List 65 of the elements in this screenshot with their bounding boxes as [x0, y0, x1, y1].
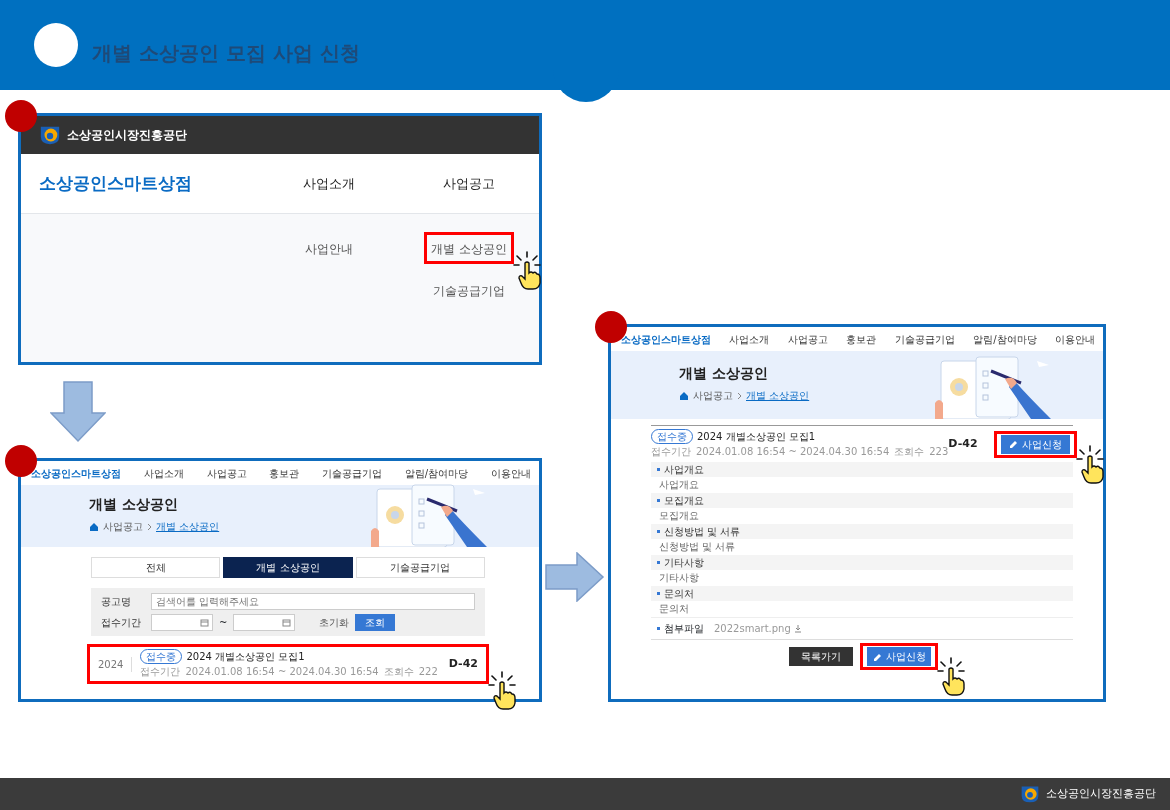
section-text: 기타사항 [658, 571, 700, 585]
nav-link[interactable]: 사업소개 [729, 331, 770, 347]
period-text: 2024.01.08 16:54 ~ 2024.04.30 16:54 [696, 445, 890, 459]
field-label: 공고명 [101, 595, 132, 609]
d-day-label: D-42 [448, 655, 478, 672]
breadcrumb-link[interactable]: 개별 소상공인 [156, 519, 220, 534]
breadcrumb-link[interactable]: 사업공고 [693, 388, 733, 403]
section-text: 모집개요 [658, 509, 700, 523]
period-text: 2024.01.08 16:54 ~ 2024.04.30 16:54 [185, 665, 379, 679]
tab[interactable]: 개별 소상공인 [223, 557, 353, 578]
nav-link[interactable]: 사업공고 [787, 331, 828, 347]
submenu-item[interactable]: 기술공급기업 [433, 284, 505, 298]
meta-label: 조회수 [894, 445, 925, 459]
submenu-item[interactable]: 개별 소상공인 [431, 242, 507, 256]
nav-link[interactable]: 홍보관 [846, 331, 877, 347]
field-label: 접수기간 [101, 616, 142, 630]
section-text: 사업개요 [658, 478, 700, 492]
apply-button[interactable]: 사업신청 [867, 647, 931, 666]
site-logo[interactable]: 소상공인스마트상점 [31, 465, 121, 481]
attachment-label: 첨부파일 [664, 622, 704, 636]
nav-link[interactable]: 홍보관 [269, 465, 300, 481]
nav-link[interactable]: 이용안내 [1055, 331, 1095, 347]
section-heading: 기타사항 [664, 556, 704, 570]
notice-title[interactable]: 2024 개별소상공인 모집1 [186, 649, 305, 664]
nav-link[interactable]: 사업공고 [206, 465, 247, 481]
site-logo[interactable]: 소상공인스마트상점 [621, 331, 711, 347]
search-field[interactable]: 검색어를 입력해주세요 [151, 593, 475, 610]
org-name: 소상공인시장진흥공단 [1046, 785, 1156, 802]
nav-link[interactable]: 기술공급기업 [322, 465, 383, 481]
breadcrumb-link[interactable]: 개별 소상공인 [746, 388, 810, 403]
search-button[interactable]: 조회 [355, 614, 396, 631]
section-heading: 사업개요 [664, 463, 704, 477]
year-label: 2024 [98, 656, 133, 672]
slide-title: 개별 소상공인 모집 사업 신청 [92, 40, 360, 67]
menu-item[interactable]: 사업소개 [259, 173, 399, 194]
meta-label: 조회수 [383, 665, 414, 679]
meta-label: 접수기간 [140, 665, 181, 679]
submenu-item[interactable]: 사업안내 [305, 242, 353, 256]
section-heading: 모집개요 [664, 494, 704, 508]
meta-label: 접수기간 [651, 445, 691, 459]
section-heading: 문의처 [664, 587, 694, 601]
nav-link[interactable]: 알림/참여마당 [973, 331, 1037, 347]
nav-link[interactable]: 알림/참여마당 [404, 465, 469, 481]
section-heading: 신청방법 및 서류 [664, 525, 741, 539]
d-day-label: D-42 [948, 435, 978, 452]
site-logo[interactable]: 소상공인스마트상점 [39, 170, 259, 197]
view-count: 223 [929, 445, 949, 459]
page-title: 개별 소상공인 [679, 364, 769, 383]
range-separator: ~ [219, 616, 228, 630]
notice-title: 2024 개별소상공인 모집1 [697, 430, 816, 444]
section-text: 신청방법 및 서류 [658, 540, 737, 554]
tab[interactable]: 기술공급기업 [355, 557, 485, 578]
tab[interactable]: 전체 [91, 557, 221, 578]
reset-button[interactable]: 초기화 [319, 615, 350, 630]
org-name: 소상공인시장진흥공단 [67, 127, 187, 144]
menu-item[interactable]: 사업공고 [399, 173, 539, 194]
nav-link[interactable]: 이용안내 [490, 465, 531, 481]
section-text: 문의처 [658, 602, 690, 616]
view-count: 222 [418, 665, 438, 679]
breadcrumb-link[interactable]: 사업공고 [103, 519, 143, 534]
apply-button[interactable]: 사업신청 [1000, 434, 1070, 454]
page-title: 개별 소상공인 [89, 495, 179, 514]
nav-link[interactable]: 사업소개 [143, 465, 184, 481]
nav-link[interactable]: 기술공급기업 [894, 331, 955, 347]
list-button[interactable]: 목록가기 [789, 647, 853, 666]
